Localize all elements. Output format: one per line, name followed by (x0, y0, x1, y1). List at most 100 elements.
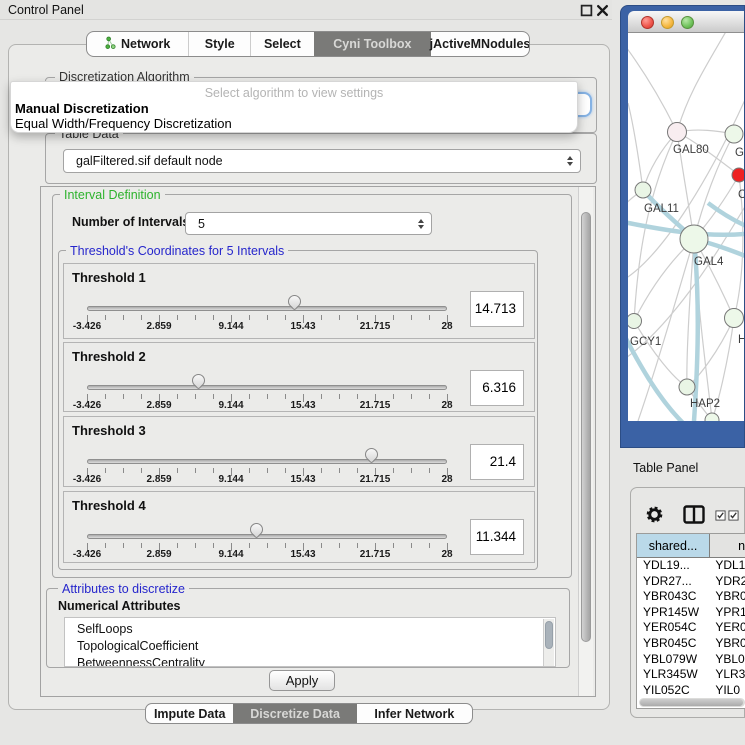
float-icon[interactable] (580, 4, 593, 17)
checkbox-checked-icon[interactable] (728, 508, 739, 526)
slider-tick (123, 315, 124, 320)
network-node-GAL80[interactable] (668, 123, 687, 142)
slider-tick (393, 315, 394, 320)
cell-shared-name[interactable]: YDR27... (637, 574, 710, 590)
split-pane-icon[interactable] (683, 505, 705, 529)
network-canvas[interactable]: GAL80GACGAL11GAL4GCY1HHAP2 (628, 33, 745, 421)
network-node-red-node[interactable] (732, 168, 745, 182)
cell-name[interactable]: YIL0 (710, 683, 745, 698)
network-node-GAL4[interactable] (680, 225, 708, 253)
cell-shared-name[interactable]: YBL079W (637, 652, 710, 668)
column-header-shared-name[interactable]: shared... (637, 534, 710, 558)
slider-tick (123, 543, 124, 548)
cell-shared-name[interactable]: YBR045C (637, 636, 710, 652)
cell-name[interactable]: YPR1 (710, 605, 745, 621)
cell-name[interactable]: YDR2 (710, 574, 745, 590)
table-row[interactable]: YPR145WYPR1 (637, 605, 745, 621)
close-icon[interactable] (596, 4, 609, 17)
apply-button[interactable]: Apply (269, 670, 335, 691)
network-edge[interactable] (634, 239, 694, 321)
close-traffic-light-icon[interactable] (641, 16, 654, 29)
tab-infer-network[interactable]: Infer Network (357, 704, 472, 723)
scrollbar-thumb[interactable] (581, 212, 591, 642)
threshold-value-field[interactable]: 14.713 (470, 291, 524, 327)
cell-name[interactable]: YLR3 (710, 667, 745, 683)
numerical-attributes-list[interactable]: SelfLoopsTopologicalCoefficientBetweenne… (64, 617, 556, 667)
slider-tick (249, 468, 250, 473)
table-row[interactable]: YIL052CYIL0 (637, 683, 745, 698)
cell-name[interactable]: YDL1 (710, 558, 745, 574)
number-of-intervals-combobox[interactable]: 5 (185, 212, 432, 235)
cell-name[interactable]: YBR0 (710, 636, 745, 652)
threshold-value-field[interactable]: 21.4 (470, 444, 524, 480)
gear-icon[interactable] (645, 505, 664, 529)
network-edge[interactable] (628, 103, 643, 190)
minimize-traffic-light-icon[interactable] (661, 16, 674, 29)
popup-item-equal-width-frequency[interactable]: Equal Width/Frequency Discretization (15, 116, 232, 131)
network-window-titlebar[interactable] (628, 11, 745, 33)
network-node-GCY1[interactable] (628, 314, 642, 329)
slider-tick (195, 468, 196, 473)
scrollbar-thumb[interactable] (545, 621, 553, 649)
tab-jactivemnodules[interactable]: jActiveMNodules (431, 32, 529, 56)
checkbox-checked-icon[interactable] (715, 508, 726, 526)
threshold-label: Threshold 1 (72, 270, 146, 285)
network-node-partial-right[interactable] (725, 309, 744, 328)
cell-shared-name[interactable]: YPR145W (637, 605, 710, 621)
cell-name[interactable]: YBR0 (710, 589, 745, 605)
cell-shared-name[interactable]: YDL19... (637, 558, 710, 574)
network-edge[interactable] (643, 132, 677, 190)
threshold-value-field[interactable]: 6.316 (470, 370, 524, 406)
table-row[interactable]: YBR043CYBR0 (637, 589, 745, 605)
network-edge[interactable] (634, 321, 687, 387)
slider-track[interactable] (87, 534, 447, 539)
main-vertical-scrollbar[interactable] (578, 187, 593, 696)
cell-shared-name[interactable]: YER054C (637, 620, 710, 636)
network-edge[interactable] (677, 33, 728, 132)
slider-tick (339, 315, 340, 320)
table-data-combobox[interactable]: galFiltered.sif default node (63, 149, 581, 173)
slider-track[interactable] (87, 459, 447, 464)
slider-track[interactable] (87, 385, 447, 390)
table-row[interactable]: YER054CYER0 (637, 620, 745, 636)
zoom-traffic-light-icon[interactable] (681, 16, 694, 29)
cell-name[interactable]: YER0 (710, 620, 745, 636)
network-node-partial-top-right[interactable] (725, 125, 743, 143)
table-horizontal-scrollbar[interactable] (639, 698, 745, 707)
network-edge[interactable] (628, 43, 677, 132)
slider-tick-label: 28 (441, 321, 452, 332)
threshold-value-field[interactable]: 11.344 (470, 519, 524, 555)
column-header-name[interactable]: n (710, 534, 745, 558)
cell-shared-name[interactable]: YIL052C (637, 683, 710, 698)
table-row[interactable]: YDR27...YDR2 (637, 574, 745, 590)
table-row[interactable]: YDL19...YDL1 (637, 558, 745, 574)
attributes-list-scrollbar[interactable] (543, 619, 554, 666)
cell-shared-name[interactable]: YLR345W (637, 667, 710, 683)
scrollbar-thumb[interactable] (640, 699, 743, 706)
slider-tick (213, 394, 214, 399)
slider-tick (267, 315, 268, 320)
tab-network[interactable]: Network (87, 32, 188, 56)
slider-track[interactable] (87, 306, 447, 311)
attribute-list-item[interactable]: BetweennessCentrality (65, 655, 555, 667)
network-edge[interactable] (687, 318, 734, 387)
cell-shared-name[interactable]: YBR043C (637, 589, 710, 605)
tab-cyni-toolbox[interactable]: Cyni Toolbox (314, 32, 431, 56)
slider-tick (213, 315, 214, 320)
network-node-GAL11[interactable] (635, 182, 651, 198)
tab-discretize-data[interactable]: Discretize Data (233, 704, 356, 723)
tab-impute-data[interactable]: Impute Data (146, 704, 233, 723)
table-row[interactable]: YBL079WYBL0 (637, 652, 745, 668)
table-row[interactable]: YBR045CYBR0 (637, 636, 745, 652)
network-node-HAP2[interactable] (679, 379, 695, 395)
attribute-list-item[interactable]: SelfLoops (65, 618, 555, 638)
slider-tick (393, 394, 394, 399)
tab-style[interactable]: Style (188, 32, 250, 56)
table-row[interactable]: YLR345WYLR3 (637, 667, 745, 683)
tab-select[interactable]: Select (250, 32, 314, 56)
slider-tick (141, 394, 142, 399)
popup-item-manual-discretization[interactable]: Manual Discretization (15, 101, 149, 116)
interval-definition-group-title: Interval Definition (60, 188, 165, 202)
cell-name[interactable]: YBL0 (710, 652, 745, 668)
attribute-list-item[interactable]: TopologicalCoefficient (65, 638, 555, 655)
